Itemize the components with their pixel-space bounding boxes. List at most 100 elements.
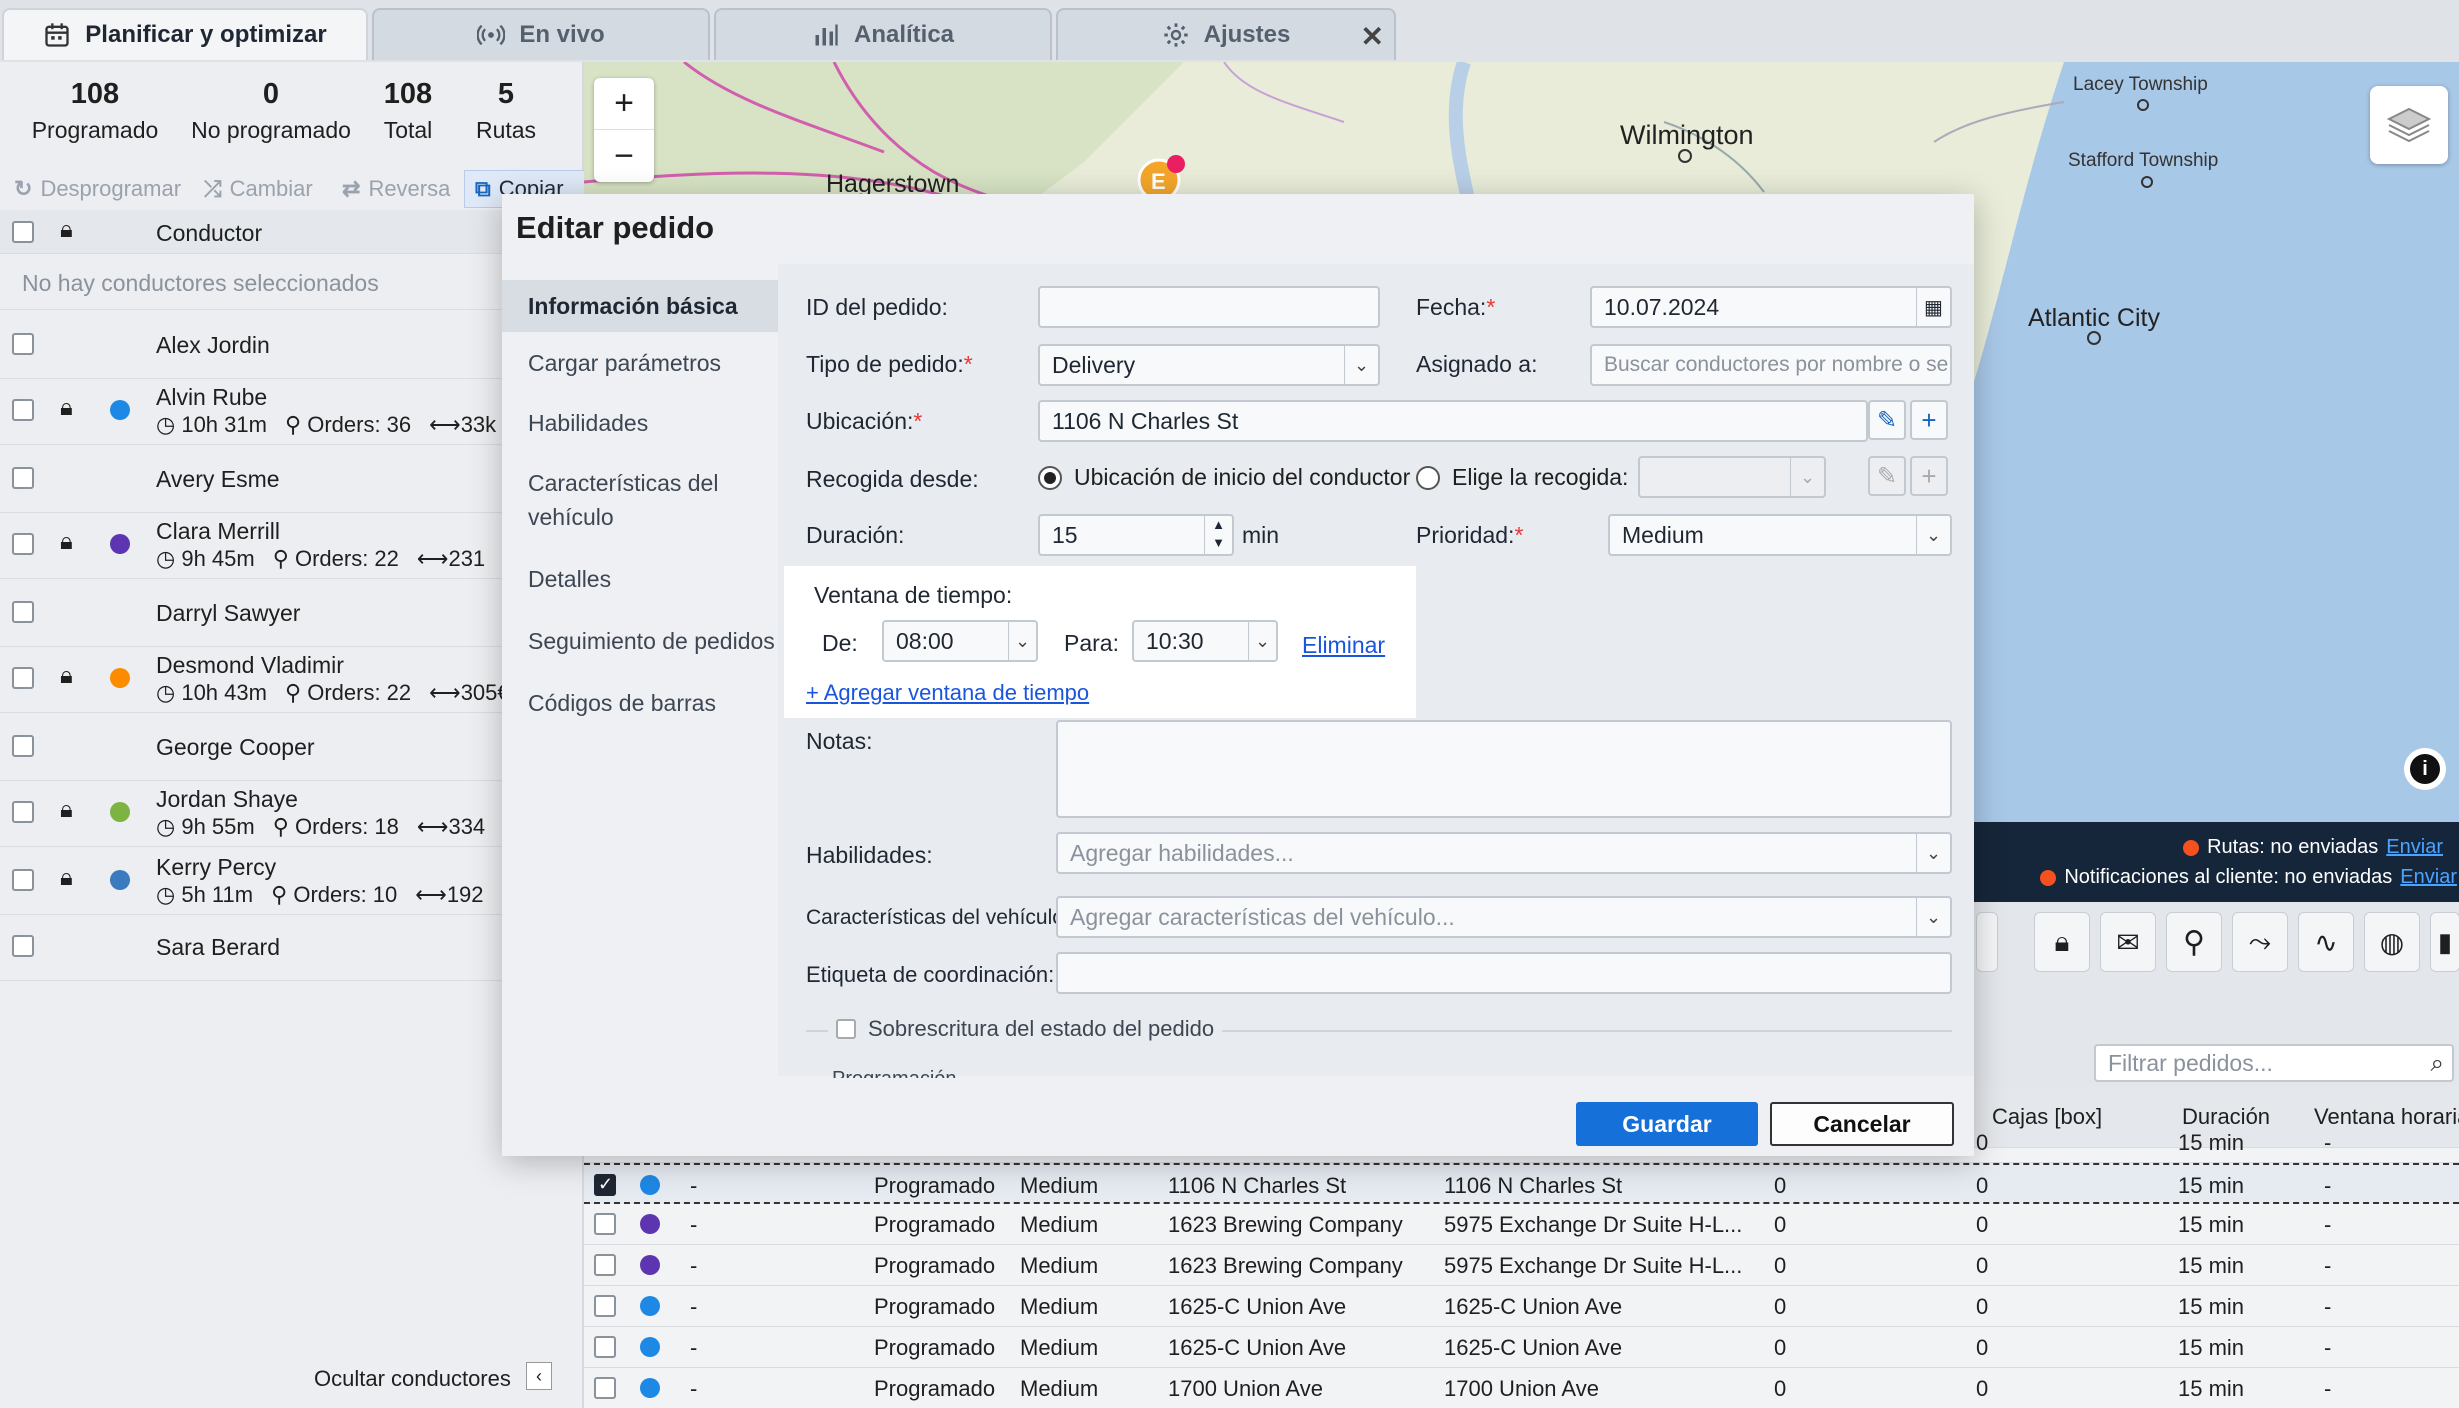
zoom-in-button[interactable]: +: [594, 78, 654, 130]
lock-icon[interactable]: 🔒︎: [60, 216, 73, 244]
zoom-out-button[interactable]: −: [594, 130, 654, 182]
row-checkbox[interactable]: [594, 1213, 616, 1235]
skills-select[interactable]: Agregar habilidades... ⌄: [1056, 832, 1952, 874]
nav-details[interactable]: Detalles: [502, 562, 778, 596]
date-input[interactable]: 10.07.2024 ▦: [1590, 286, 1952, 328]
close-icon[interactable]: ✕: [1361, 20, 1384, 53]
path-button[interactable]: ∿: [2298, 912, 2354, 972]
driver-row[interactable]: Avery Esme: [0, 444, 584, 513]
location-button[interactable]: ⚲: [2166, 912, 2222, 972]
layers-button[interactable]: [2370, 86, 2448, 164]
lock-icon[interactable]: 🔒︎: [60, 864, 73, 892]
driver-checkbox[interactable]: [12, 667, 34, 689]
tab-live[interactable]: En vivo: [372, 8, 710, 60]
select-all-checkbox[interactable]: [12, 221, 34, 243]
lock-route-button[interactable]: 🔒︎: [2034, 912, 2090, 972]
driver-checkbox[interactable]: [12, 467, 34, 489]
duration-input[interactable]: 15 ▲ ▼: [1038, 514, 1234, 556]
comment-button[interactable]: ✉: [2100, 912, 2156, 972]
assigned-driver-input[interactable]: Buscar conductores por nombre o se: [1590, 344, 1952, 386]
collapse-panel-button[interactable]: ‹: [526, 1362, 552, 1390]
table-row[interactable]: - Programado Medium 1623 Brewing Company…: [584, 1204, 2459, 1245]
row-checkbox[interactable]: [594, 1254, 616, 1276]
nav-skills[interactable]: Habilidades: [502, 406, 778, 440]
driver-row[interactable]: 🔒︎ Alvin Rube ◷ 10h 31m ⚲ Orders: 36 ⟷33k: [0, 376, 584, 445]
driver-row[interactable]: Sara Berard: [0, 912, 584, 981]
row-checkbox[interactable]: [594, 1336, 616, 1358]
info-button[interactable]: i: [2404, 748, 2446, 790]
time-to-select[interactable]: 10:30 ⌄: [1132, 620, 1278, 662]
calendar-icon[interactable]: ▦: [1916, 288, 1950, 326]
driver-checkbox[interactable]: [12, 801, 34, 823]
location-input[interactable]: 1106 N Charles St: [1038, 400, 1868, 442]
remove-time-window-link[interactable]: Eliminar: [1302, 632, 1385, 659]
reverse-button[interactable]: ⇄ Reversa: [342, 176, 450, 202]
cancel-button[interactable]: Cancelar: [1770, 1102, 1954, 1146]
driver-checkbox[interactable]: [12, 601, 34, 623]
lock-icon[interactable]: 🔒︎: [60, 662, 73, 690]
order-id-input[interactable]: [1038, 286, 1380, 328]
driver-checkbox[interactable]: [12, 735, 34, 757]
edit-location-button[interactable]: ✎: [1868, 400, 1906, 440]
stat-number: 108: [70, 78, 120, 110]
override-status-checkbox[interactable]: Sobrescritura del estado del pedido: [828, 1016, 1223, 1042]
lock-icon[interactable]: 🔒︎: [60, 528, 73, 556]
add-location-button[interactable]: +: [1910, 400, 1948, 440]
table-row[interactable]: - Programado Medium 1625-C Union Ave 162…: [584, 1286, 2459, 1327]
lock-icon[interactable]: 🔒︎: [60, 796, 73, 824]
save-button[interactable]: Guardar: [1576, 1102, 1758, 1146]
send-notifications-link[interactable]: Enviar: [2400, 866, 2457, 889]
table-row[interactable]: - Programado Medium 1625-C Union Ave 162…: [584, 1327, 2459, 1368]
route-button[interactable]: ⤳: [2232, 912, 2288, 972]
filter-orders-input[interactable]: Filtrar pedidos... ⌕: [2094, 1044, 2454, 1082]
panel-toggle-button[interactable]: ▮: [2430, 912, 2459, 972]
nav-order-tracking[interactable]: Seguimiento de pedidos: [502, 624, 778, 658]
table-row[interactable]: - Programado Medium 1623 Brewing Company…: [584, 1245, 2459, 1286]
driver-checkbox[interactable]: [12, 533, 34, 555]
partial-tool-button[interactable]: [1976, 912, 1998, 972]
row-checkbox[interactable]: ✓: [594, 1174, 616, 1196]
pickup-choose-radio[interactable]: Elige la recogida:: [1416, 464, 1628, 491]
hide-drivers-label[interactable]: Ocultar conductores: [314, 1366, 511, 1392]
driver-checkbox[interactable]: [12, 333, 34, 355]
nav-load-params[interactable]: Cargar parámetros: [502, 346, 778, 380]
row-checkbox[interactable]: [594, 1295, 616, 1317]
tab-analytics[interactable]: Analítica: [714, 8, 1052, 60]
unschedule-button[interactable]: ↻ Desprogramar: [14, 176, 181, 202]
nav-vehicle-features[interactable]: Características del vehículo: [502, 466, 742, 534]
order-type-select[interactable]: Delivery ⌄: [1038, 344, 1380, 386]
driver-row[interactable]: George Cooper: [0, 712, 584, 781]
time-from-select[interactable]: 08:00 ⌄: [882, 620, 1038, 662]
driver-row[interactable]: 🔒︎ Desmond Vladimir ◷ 10h 43m ⚲ Orders: 2…: [0, 644, 584, 713]
driver-row[interactable]: 🔒︎ Kerry Percy ◷ 5h 11m ⚲ Orders: 10 ⟷192: [0, 846, 584, 915]
cell-order-name: 1625-C Union Ave: [1168, 1294, 1347, 1319]
driver-row[interactable]: Darryl Sawyer: [0, 578, 584, 647]
table-row[interactable]: ✓ - Programado Medium 1106 N Charles St …: [584, 1163, 2459, 1204]
stepper-icon[interactable]: ▲ ▼: [1204, 516, 1232, 554]
add-time-window-link[interactable]: + Agregar ventana de tiempo: [806, 680, 1089, 706]
vehicle-features-select[interactable]: Agregar características del vehículo... …: [1056, 896, 1952, 938]
driver-checkbox[interactable]: [12, 869, 34, 891]
chevron-down-icon: ⌄: [1916, 516, 1950, 554]
driver-row[interactable]: Alex Jordin: [0, 310, 584, 379]
table-row[interactable]: - Programado Medium 1700 Union Ave 1700 …: [584, 1368, 2459, 1408]
notes-textarea[interactable]: [1056, 720, 1952, 818]
globe-button[interactable]: ◍: [2364, 912, 2420, 972]
nav-barcodes[interactable]: Códigos de barras: [502, 686, 778, 720]
pickup-driver-start-radio[interactable]: Ubicación de inicio del conductor: [1038, 464, 1410, 491]
send-routes-link[interactable]: Enviar: [2386, 836, 2443, 859]
tab-plan-optimize[interactable]: Planificar y optimizar: [2, 8, 368, 60]
lock-icon[interactable]: 🔒︎: [60, 394, 73, 422]
row-checkbox[interactable]: [594, 1377, 616, 1399]
coordination-tag-input[interactable]: [1056, 952, 1952, 994]
nav-basic-info[interactable]: Información básica: [502, 280, 778, 332]
driver-row[interactable]: 🔒︎ Jordan Shaye ◷ 9h 55m ⚲ Orders: 18 ⟷33…: [0, 778, 584, 847]
driver-checkbox[interactable]: [12, 935, 34, 957]
priority-select[interactable]: Medium ⌄: [1608, 514, 1952, 556]
route-color-dot: [640, 1337, 660, 1357]
tab-settings[interactable]: Ajustes ✕: [1056, 8, 1396, 60]
add-pickup-button: +: [1910, 456, 1948, 496]
driver-row[interactable]: 🔒︎ Clara Merrill ◷ 9h 45m ⚲ Orders: 22 ⟷2…: [0, 510, 584, 579]
driver-checkbox[interactable]: [12, 399, 34, 421]
change-button[interactable]: ⤮ Cambiar: [204, 176, 313, 202]
